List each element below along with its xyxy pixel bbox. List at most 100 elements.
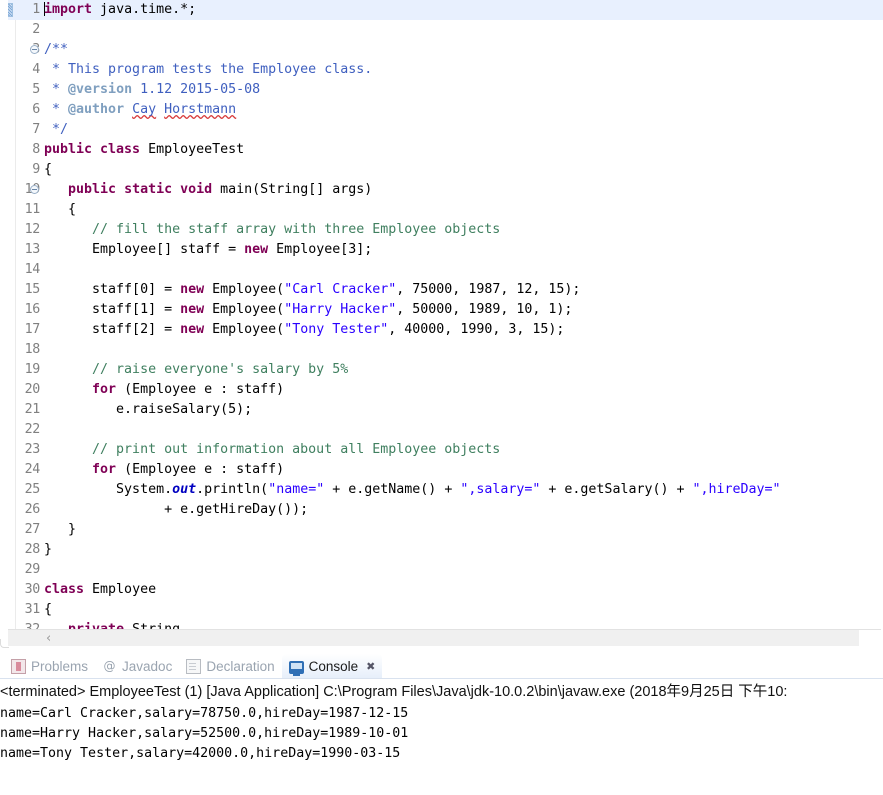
code-line[interactable]: 31{ <box>0 600 883 620</box>
token-jdoc: Cay <box>132 102 157 117</box>
view-tab-bar[interactable]: Problems @ Javadoc Declaration Console ✖ <box>0 649 883 679</box>
code-line[interactable]: 16 staff[1] = new Employee("Harry Hacker… <box>0 300 883 320</box>
problems-icon <box>11 659 26 674</box>
code-line[interactable]: 3/** <box>0 40 883 60</box>
token-plain: System. <box>44 482 173 497</box>
code-line[interactable]: 19 // raise everyone's salary by 5% <box>0 360 883 380</box>
code-line[interactable]: 4 * This program tests the Employee clas… <box>0 60 883 80</box>
token-jdoc: */ <box>44 122 69 137</box>
code-line[interactable]: 30 class Employee <box>0 580 883 600</box>
token-jdoc <box>156 102 164 117</box>
code-line[interactable]: 29 <box>0 560 883 580</box>
code-line[interactable]: 23 // print out information about all Em… <box>0 440 883 460</box>
code-text: * @version 1.12 2015-05-08 <box>44 80 260 100</box>
code-line[interactable]: 7 */ <box>0 120 883 140</box>
token-plain: Employee( <box>204 322 285 337</box>
code-text: * @author Cay Horstmann <box>44 100 236 120</box>
console-line: name=Harry Hacker,salary=52500.0,hireDay… <box>0 726 409 741</box>
code-line[interactable]: 2 <box>0 20 883 40</box>
code-viewport[interactable]: 1import java.time.*;23/**4 * This progra… <box>0 0 883 630</box>
code-line[interactable]: 1 import java.time.*; <box>0 0 883 20</box>
code-line[interactable]: 18 <box>0 340 883 360</box>
code-line[interactable]: 8 public class EmployeeTest <box>0 140 883 160</box>
token-plain: } <box>44 542 53 557</box>
token-str: "Tony Tester" <box>284 322 389 337</box>
code-text: staff[2] = new Employee("Tony Tester", 4… <box>44 320 564 340</box>
code-text: public class EmployeeTest <box>44 140 244 160</box>
tab-console[interactable]: Console ✖ <box>281 654 383 679</box>
code-line[interactable]: 26 + e.getHireDay()); <box>0 500 883 520</box>
fold-collapse-icon[interactable] <box>30 45 39 54</box>
code-line[interactable]: 13 Employee[] staff = new Employee[3]; <box>0 240 883 260</box>
code-line[interactable]: 11 { <box>0 200 883 220</box>
token-jdoc: * <box>44 102 69 117</box>
close-icon[interactable]: ✖ <box>366 660 375 673</box>
editor-horizontal-scrollbar[interactable]: ‹ <box>8 629 881 646</box>
editor-left-frame <box>0 0 8 648</box>
code-text: + e.getHireDay()); <box>44 500 308 520</box>
javadoc-icon: @ <box>103 659 116 673</box>
code-line[interactable]: 25 System.out.println("name=" + e.getNam… <box>0 480 883 500</box>
code-text: * This program tests the Employee class. <box>44 60 372 80</box>
token-kw: public class <box>44 142 141 157</box>
editor-bottom-left-corner <box>0 639 9 648</box>
code-text: } <box>44 520 76 540</box>
token-kw: new <box>180 282 205 297</box>
code-text: // fill the staff array with three Emplo… <box>44 220 500 240</box>
code-line[interactable]: 28} <box>0 540 883 560</box>
code-lines[interactable]: 1import java.time.*;23/**4 * This progra… <box>0 0 883 630</box>
token-jdoc: Horstmann <box>164 102 237 117</box>
code-line[interactable]: 20 for (Employee e : staff) <box>0 380 883 400</box>
code-text: /** <box>44 40 68 60</box>
code-line[interactable]: 15 staff[0] = new Employee("Carl Cracker… <box>0 280 883 300</box>
code-line[interactable]: 6 * @author Cay Horstmann <box>0 100 883 120</box>
token-str: "Carl Cracker" <box>284 282 397 297</box>
code-line[interactable]: 12 // fill the staff array with three Em… <box>0 220 883 240</box>
token-plain: { <box>44 202 77 217</box>
code-line[interactable]: 14 <box>0 260 883 280</box>
scroll-left-icon[interactable]: ‹ <box>46 632 51 645</box>
token-cmt: // raise everyone's salary by 5% <box>44 362 349 377</box>
token-plain: , 50000, 1989, 10, 1); <box>396 302 573 317</box>
code-text: for (Employee e : staff) <box>44 460 284 480</box>
token-jdoc: * <box>44 82 69 97</box>
tab-problems[interactable]: Problems <box>4 654 95 679</box>
declaration-icon <box>186 659 202 674</box>
token-plain: + e.getSalary() + <box>540 482 693 497</box>
code-text: Employee[] staff = new Employee[3]; <box>44 240 372 260</box>
token-plain: staff[1] = <box>44 302 181 317</box>
tab-declaration[interactable]: Declaration <box>179 654 281 679</box>
code-text: staff[1] = new Employee("Harry Hacker", … <box>44 300 572 320</box>
code-text: } <box>44 540 52 560</box>
token-str: ",salary=" <box>460 482 541 497</box>
token-jdoc: 1.12 2015-05-08 <box>132 82 261 97</box>
code-line[interactable]: 27 } <box>0 520 883 540</box>
token-cmt: // fill the staff array with three Emplo… <box>44 222 501 237</box>
token-jtag: @author <box>68 102 125 117</box>
token-str: "name=" <box>268 482 325 497</box>
token-jtag: @version <box>68 82 133 97</box>
code-line[interactable]: 24 for (Employee e : staff) <box>0 460 883 480</box>
console-output[interactable]: name=Carl Cracker,salary=78750.0,hireDay… <box>0 704 883 764</box>
token-plain: java.time.*; <box>92 2 197 17</box>
code-line[interactable]: 10 public static void main(String[] args… <box>0 180 883 200</box>
tab-javadoc[interactable]: @ Javadoc <box>95 654 179 679</box>
token-plain: Employee <box>84 582 157 597</box>
token-plain: Employee( <box>204 282 285 297</box>
token-plain: Employee[] staff = <box>44 242 245 257</box>
code-line[interactable]: 5 * @version 1.12 2015-05-08 <box>0 80 883 100</box>
token-kw: for <box>92 382 117 397</box>
eclipse-ide-window: 1import java.time.*;23/**4 * This progra… <box>0 0 883 795</box>
code-line[interactable]: 17 staff[2] = new Employee("Tony Tester"… <box>0 320 883 340</box>
console-view[interactable]: <terminated> EmployeeTest (1) [Java Appl… <box>0 679 883 764</box>
token-str: ",hireDay=" <box>692 482 781 497</box>
java-source-editor[interactable]: 1import java.time.*;23/**4 * This progra… <box>0 0 883 649</box>
fold-collapse-icon[interactable] <box>30 185 39 194</box>
code-line[interactable]: 22 <box>0 420 883 440</box>
console-line: name=Tony Tester,salary=42000.0,hireDay=… <box>0 746 401 761</box>
code-line[interactable]: 21 e.raiseSalary(5); <box>0 400 883 420</box>
token-kw: new <box>180 302 205 317</box>
token-plain: (Employee e : staff) <box>116 382 285 397</box>
code-line[interactable]: 9{ <box>0 160 883 180</box>
